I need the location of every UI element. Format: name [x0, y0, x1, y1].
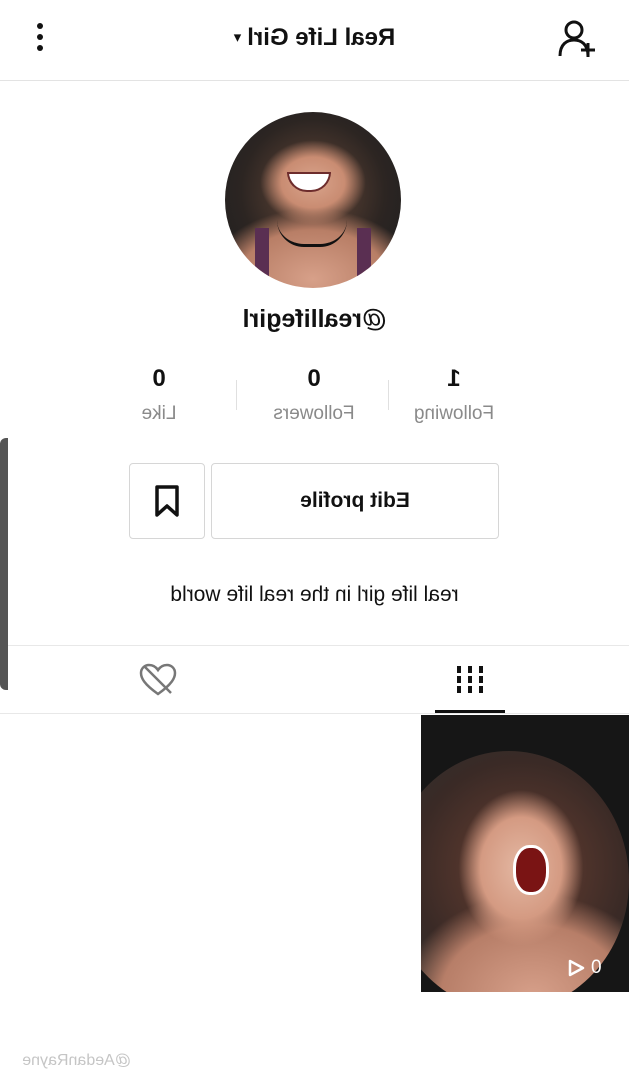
avatar-strap-right: [255, 228, 269, 288]
avatar[interactable]: [225, 112, 401, 288]
edit-profile-button[interactable]: Edit profile: [211, 463, 499, 539]
divider: [236, 380, 237, 410]
followers-label: Followers: [273, 403, 355, 424]
profile-screen: Real Life Girl ▾ @reallifegirl 1 Followin…: [0, 0, 629, 1079]
followers-count: 0: [307, 365, 321, 392]
stat-following[interactable]: 1 Following: [379, 365, 529, 425]
following-label: Following: [413, 403, 495, 424]
chevron-down-icon: ▾: [233, 29, 242, 46]
bio: real life girl in the real life world: [170, 583, 459, 606]
likes-count: 0: [152, 365, 166, 392]
favorites-button[interactable]: [129, 463, 205, 539]
avatar-choker: [277, 220, 347, 247]
avatar-strap-left: [357, 228, 371, 288]
likes-label: Like: [141, 403, 177, 424]
liked-hidden-icon: [139, 663, 177, 696]
thumbnail-mouth: [513, 845, 549, 895]
video-thumbnail[interactable]: 0: [421, 715, 629, 992]
more-icon: [29, 23, 51, 51]
account-switcher[interactable]: Real Life Girl ▾: [0, 24, 629, 52]
divider: [0, 713, 629, 714]
divider: [0, 645, 629, 646]
tab-liked[interactable]: [98, 648, 218, 712]
side-handle[interactable]: [0, 438, 8, 690]
edit-profile-label: Edit profile: [300, 489, 410, 512]
stat-likes[interactable]: 0 Like: [84, 365, 234, 425]
view-count: 0: [559, 953, 629, 983]
username: @reallifegirl: [242, 305, 387, 333]
stat-followers[interactable]: 0 Followers: [239, 365, 389, 425]
header: Real Life Girl ▾: [0, 0, 629, 81]
account-name: Real Life Girl: [247, 24, 396, 51]
view-count-value: 0: [591, 957, 602, 978]
following-count: 1: [447, 365, 461, 392]
tab-videos[interactable]: [410, 648, 530, 712]
play-icon: [568, 959, 585, 977]
avatar-smile: [287, 172, 331, 192]
grid-icon: [457, 666, 483, 693]
more-options-button[interactable]: [29, 18, 51, 58]
bookmark-icon: [155, 485, 179, 517]
watermark: @AedanRayne: [22, 1052, 131, 1069]
